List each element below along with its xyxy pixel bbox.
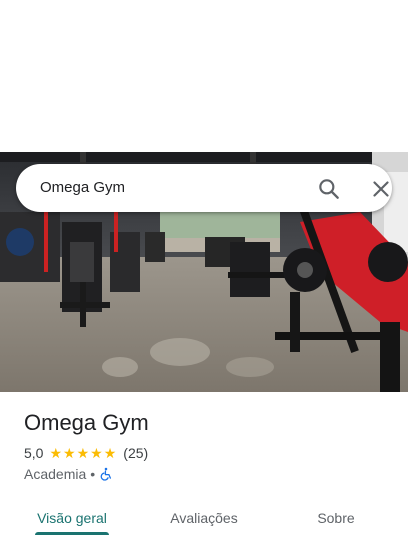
search-bar[interactable]: Omega Gym bbox=[16, 164, 392, 212]
tab-reviews[interactable]: Avaliações bbox=[162, 510, 246, 526]
place-info-panel: Omega Gym 5,0 ★ ★ ★ ★ ★ (25) Academia • … bbox=[0, 392, 408, 544]
map-area-blank bbox=[0, 0, 408, 152]
close-icon[interactable] bbox=[368, 176, 394, 202]
star-icon: ★ bbox=[90, 445, 103, 461]
search-icon[interactable] bbox=[316, 176, 342, 202]
search-input[interactable]: Omega Gym bbox=[40, 179, 125, 196]
tab-overview[interactable]: Visão geral bbox=[35, 510, 109, 526]
rating-value: 5,0 bbox=[24, 445, 44, 461]
review-count[interactable]: (25) bbox=[123, 445, 148, 461]
tab-about[interactable]: Sobre bbox=[306, 510, 366, 526]
star-icon: ★ bbox=[63, 445, 76, 461]
wheelchair-icon bbox=[99, 467, 113, 481]
place-tabs: Visão geral Avaliações Sobre bbox=[0, 496, 408, 542]
place-category: Academia bbox=[24, 466, 87, 482]
star-rating: ★ ★ ★ ★ ★ bbox=[49, 446, 117, 460]
separator-dot: • bbox=[90, 466, 96, 482]
active-tab-indicator bbox=[35, 532, 109, 535]
star-icon: ★ bbox=[76, 445, 90, 461]
place-title: Omega Gym bbox=[24, 410, 149, 435]
star-icon: ★ bbox=[49, 445, 63, 461]
rating-row[interactable]: 5,0 ★ ★ ★ ★ ★ (25) bbox=[24, 445, 148, 461]
category-row: Academia • bbox=[24, 466, 113, 482]
star-icon: ★ bbox=[103, 445, 117, 461]
